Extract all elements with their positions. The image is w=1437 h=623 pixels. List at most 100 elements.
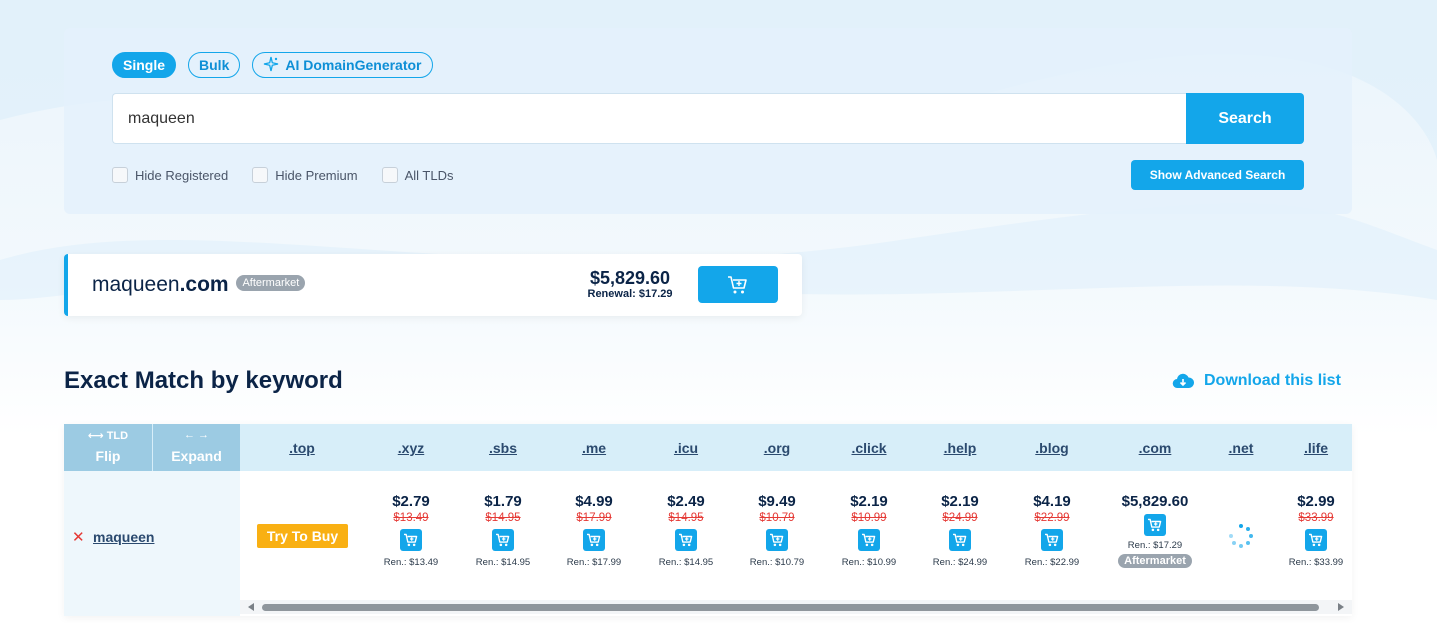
all-tlds-label: All TLDs <box>404 167 454 183</box>
featured-domain-card: maqueen.com Aftermarket $5,829.60 Renewa… <box>64 254 802 316</box>
scroll-right-icon[interactable] <box>1338 603 1344 611</box>
original-price: $17.99 <box>576 512 612 524</box>
cart-icon <box>587 533 601 547</box>
price-value: $1.79 <box>484 493 522 510</box>
cart-icon <box>679 533 693 547</box>
hide-premium-checkbox[interactable] <box>252 167 269 183</box>
tld-header[interactable]: .xyz <box>376 440 446 456</box>
cart-icon <box>1045 533 1059 547</box>
add-to-cart-button[interactable] <box>1305 529 1327 551</box>
renewal-price: Ren.: $33.99 <box>1288 557 1344 568</box>
featured-add-to-cart-button[interactable] <box>698 266 778 303</box>
expand-arrows: ← → <box>183 429 210 441</box>
original-price: $24.99 <box>942 512 978 524</box>
tab-ai-label: AI DomainGenerator <box>285 57 422 73</box>
tld-header[interactable]: .life <box>1281 440 1351 456</box>
tld-header[interactable]: .me <box>559 440 629 456</box>
download-list-link[interactable]: Download this list <box>1172 372 1341 390</box>
featured-renewal: Renewal: $17.29 <box>587 288 673 300</box>
cart-icon <box>728 275 747 293</box>
tld-header[interactable]: .net <box>1206 440 1276 456</box>
flip-tld-button[interactable]: ⟷ TLD Flip <box>64 424 152 471</box>
tld-header[interactable]: .org <box>742 440 812 456</box>
scroll-left-icon[interactable] <box>248 603 254 611</box>
table-header: ⟷ TLD Flip ← → Expand .top .xyz .sbs .me… <box>64 424 1352 471</box>
x-icon: ✕ <box>72 529 85 546</box>
cart-icon <box>496 533 510 547</box>
add-to-cart-button[interactable] <box>492 529 514 551</box>
price-value: $4.19 <box>1033 493 1071 510</box>
hide-registered-checkbox[interactable] <box>112 167 128 183</box>
flip-arrows: ⟷ TLD <box>87 430 129 442</box>
hide-premium-label: Hide Premium <box>275 167 358 183</box>
filter-hide-registered[interactable]: Hide Registered <box>112 167 228 183</box>
section-title: Exact Match by keyword <box>64 367 343 394</box>
original-price: $33.99 <box>1298 512 1334 524</box>
show-advanced-search-button[interactable]: Show Advanced Search <box>1131 160 1304 190</box>
original-price: $14.95 <box>485 512 521 524</box>
filter-hide-premium[interactable]: Hide Premium <box>252 167 358 183</box>
featured-price-value: $5,829.60 <box>589 268 671 288</box>
tld-header[interactable]: .top <box>267 440 337 456</box>
featured-domain-tld: .com <box>179 273 229 296</box>
add-to-cart-button[interactable] <box>858 529 880 551</box>
search-panel: Single Bulk AI DomainGenerator Search Hi… <box>64 28 1352 214</box>
try-to-buy-button[interactable]: Try To Buy <box>257 524 348 548</box>
expand-button[interactable]: ← → Expand <box>153 424 240 471</box>
price-value: $2.49 <box>667 493 705 510</box>
exact-match-table: ⟷ TLD Flip ← → Expand .top .xyz .sbs .me… <box>64 424 1352 616</box>
price-cell: $1.79 $14.95 Ren.: $14.95 <box>458 493 548 568</box>
flip-label: Flip <box>95 448 121 464</box>
add-to-cart-button[interactable] <box>1144 514 1166 536</box>
tld-header[interactable]: .blog <box>1017 440 1087 456</box>
tld-header[interactable]: .help <box>925 440 995 456</box>
hide-registered-label: Hide Registered <box>135 167 229 183</box>
horizontal-scrollbar[interactable] <box>240 600 1352 614</box>
search-mode-tabs: Single Bulk AI DomainGenerator <box>112 52 433 78</box>
download-label: Download this list <box>1204 372 1341 389</box>
price-cell: $2.79 $13.49 Ren.: $13.49 <box>366 493 456 568</box>
tld-header[interactable]: .sbs <box>468 440 538 456</box>
featured-domain-prefix: maqueen <box>92 273 180 296</box>
renewal-price: Ren.: $17.29 <box>1127 540 1183 551</box>
all-tlds-checkbox[interactable] <box>381 167 398 183</box>
price-cell: $2.49 $14.95 Ren.: $14.95 <box>641 493 731 568</box>
add-to-cart-button[interactable] <box>583 529 605 551</box>
aftermarket-badge: Aftermarket <box>1118 554 1192 568</box>
tab-single[interactable]: Single <box>112 52 177 78</box>
price-cell: $2.99 $33.99 Ren.: $33.99 <box>1271 493 1361 568</box>
keyword-link[interactable]: maqueen <box>93 529 154 545</box>
tab-bulk[interactable]: Bulk <box>188 52 241 78</box>
add-to-cart-button[interactable] <box>766 529 788 551</box>
featured-price: $5,829.60 Renewal: $17.29 <box>582 268 678 300</box>
tab-single-label: Single <box>123 57 166 73</box>
tld-header[interactable]: .icu <box>651 440 721 456</box>
domain-search-input[interactable] <box>112 93 1186 144</box>
original-price: $13.49 <box>393 512 429 524</box>
price-value: $2.19 <box>850 493 888 510</box>
search-filters: Hide Registered Hide Premium All TLDs <box>112 167 453 183</box>
renewal-price: Ren.: $22.99 <box>1024 557 1080 568</box>
featured-domain-name[interactable]: maqueen.com Aftermarket <box>92 273 306 297</box>
original-price: $10.99 <box>851 512 887 524</box>
tld-header[interactable]: .click <box>834 440 904 456</box>
price-cell: $2.19 $24.99 Ren.: $24.99 <box>915 493 1005 568</box>
tld-header[interactable]: .com <box>1120 440 1190 456</box>
original-price: $14.95 <box>668 512 704 524</box>
tab-ai-domain-generator[interactable]: AI DomainGenerator <box>252 52 433 78</box>
price-value: $2.79 <box>392 493 430 510</box>
scroll-thumb[interactable] <box>262 604 1319 611</box>
add-to-cart-button[interactable] <box>675 529 697 551</box>
filter-all-tlds[interactable]: All TLDs <box>381 167 454 183</box>
cart-icon <box>1148 518 1162 532</box>
add-to-cart-button[interactable] <box>1041 529 1063 551</box>
add-to-cart-button[interactable] <box>400 529 422 551</box>
add-to-cart-button[interactable] <box>949 529 971 551</box>
tab-bulk-label: Bulk <box>199 57 230 73</box>
keyword-cell: ✕ maqueen <box>64 471 240 616</box>
price-cell-com: $5,829.60 Ren.: $17.29 Aftermarket <box>1100 493 1210 569</box>
renewal-price: Ren.: $17.99 <box>566 557 622 568</box>
search-button[interactable]: Search <box>1186 93 1304 144</box>
renewal-price: Ren.: $14.95 <box>658 557 714 568</box>
cart-icon <box>404 533 418 547</box>
